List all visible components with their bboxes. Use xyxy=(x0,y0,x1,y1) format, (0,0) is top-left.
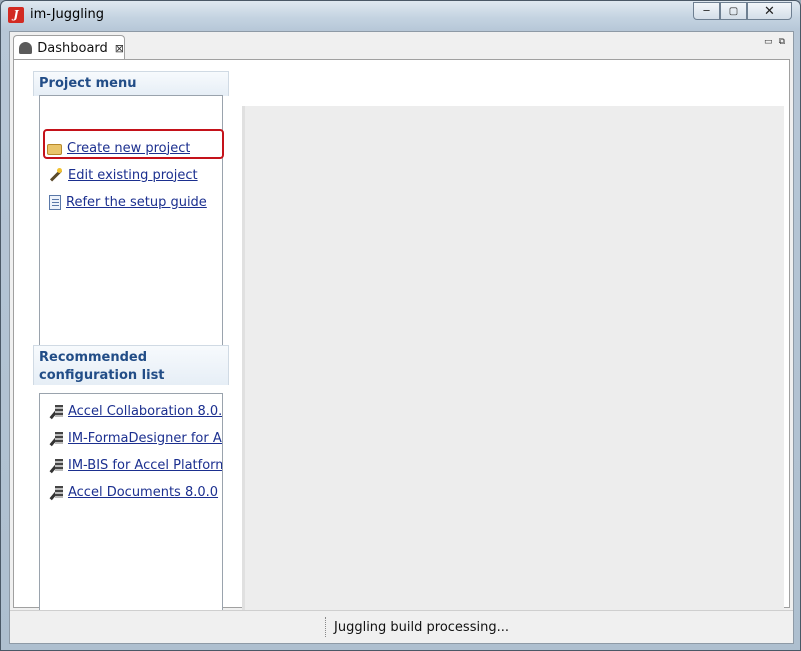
config-item-row[interactable]: IM-BIS for Accel Platform xyxy=(47,456,222,474)
app-window: J im-Juggling ─ ▢ ✕ Dashboard ⊠ ▭ ⧉ Proj… xyxy=(0,0,801,651)
config-item-row[interactable]: IM-FormaDesigner for Accel Platform xyxy=(47,429,222,447)
configuration-icon xyxy=(47,484,63,500)
close-window-button[interactable]: ✕ xyxy=(747,2,792,20)
config-item-row[interactable]: Accel Collaboration 8.0.3 xyxy=(47,402,222,420)
status-message: Juggling build processing... xyxy=(334,620,509,635)
view-controls: ▭ ⧉ xyxy=(764,37,785,47)
status-bar: Juggling build processing... xyxy=(10,610,793,643)
configuration-icon xyxy=(47,430,63,446)
selection-highlight xyxy=(43,129,224,159)
tab-strip: Dashboard ⊠ ▭ ⧉ xyxy=(10,32,793,60)
config-link-accel-documents[interactable]: Accel Documents 8.0.0 xyxy=(68,485,218,500)
edit-project-link-row[interactable]: Edit existing project xyxy=(47,166,198,184)
configuration-icon xyxy=(47,457,63,473)
maximize-button[interactable]: ▢ xyxy=(720,2,747,20)
config-item-row[interactable]: Accel Documents 8.0.0 xyxy=(47,483,222,501)
document-icon xyxy=(49,194,61,210)
configuration-icon xyxy=(47,403,63,419)
recommended-config-title: Recommended configuration list xyxy=(33,345,229,385)
app-logo-icon: J xyxy=(8,7,24,23)
magic-wand-icon xyxy=(47,167,63,183)
tab-close-icon[interactable]: ⊠ xyxy=(115,42,124,55)
title-bar[interactable]: J im-Juggling ─ ▢ ✕ xyxy=(1,1,800,29)
config-link-im-formadesigner[interactable]: IM-FormaDesigner for Accel Platform xyxy=(68,431,222,446)
view-restore-button[interactable]: ⧉ xyxy=(779,37,785,47)
setup-guide-link[interactable]: Refer the setup guide xyxy=(66,195,207,210)
status-separator xyxy=(325,617,326,637)
minimize-button[interactable]: ─ xyxy=(693,2,720,20)
dashboard-icon xyxy=(19,42,33,54)
client-area: Dashboard ⊠ ▭ ⧉ Project menu Create new … xyxy=(9,31,794,644)
tab-dashboard[interactable]: Dashboard ⊠ xyxy=(13,35,125,60)
config-link-im-bis[interactable]: IM-BIS for Accel Platform xyxy=(68,458,222,473)
window-title: im-Juggling xyxy=(30,7,104,22)
tab-label: Dashboard xyxy=(37,40,108,56)
config-link-accel-collaboration[interactable]: Accel Collaboration 8.0.3 xyxy=(68,404,222,419)
view-minimize-button[interactable]: ▭ xyxy=(764,37,773,47)
edit-existing-project-link[interactable]: Edit existing project xyxy=(68,168,198,183)
window-controls: ─ ▢ ✕ xyxy=(693,2,792,20)
content-panel xyxy=(242,106,784,634)
dashboard-editor: Project menu Create new project Edit exi… xyxy=(13,59,790,634)
setup-guide-link-row[interactable]: Refer the setup guide xyxy=(47,193,207,211)
recommended-config-panel: Accel Collaboration 8.0.3 IM-FormaDesign… xyxy=(39,393,223,631)
project-menu-title: Project menu xyxy=(33,71,229,96)
